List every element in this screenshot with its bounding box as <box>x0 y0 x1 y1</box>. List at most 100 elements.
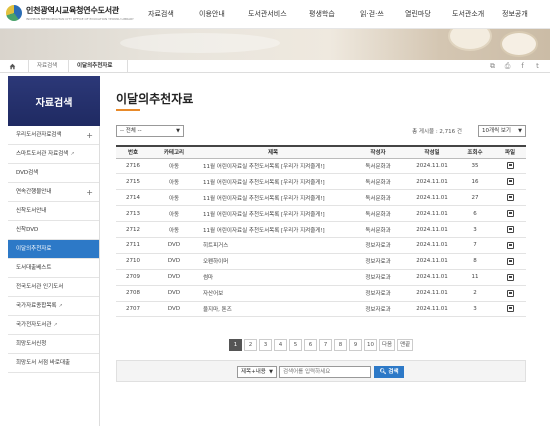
twitter-icon[interactable]: t <box>533 62 542 71</box>
search-input[interactable] <box>279 366 371 378</box>
row-author: 정보자료과 <box>348 253 408 270</box>
row-file <box>494 189 526 207</box>
row-date: 2024.11.01 <box>408 173 456 191</box>
row-title-link[interactable]: 11월 어린이자료실 추천도서목록 [우리가 지켜줄게!] <box>198 173 348 191</box>
sidebar-item-0[interactable]: 우리도서관자료검색 + <box>8 126 99 145</box>
sidebar-item-12[interactable]: 희망도서 서점 바로대출 <box>8 354 99 373</box>
row-title-link[interactable]: 썸마 <box>198 269 348 286</box>
row-title-link[interactable]: 11월 어린이자료실 추천도서목록 [우리가 지켜줄게!] <box>198 158 348 175</box>
sidebar-item-label: 도서대출베스트 <box>16 265 52 271</box>
row-file <box>494 205 526 223</box>
page-button-1[interactable]: 2 <box>244 339 257 351</box>
sidebar-item-9[interactable]: 국가자료종합목록 ↗ <box>8 297 99 316</box>
file-attachment-icon[interactable] <box>506 226 514 233</box>
sidebar-item-5[interactable]: 신착DVD <box>8 221 99 240</box>
sidebar-item-label: 연속간행물안내 <box>16 189 52 195</box>
sidebar-item-8[interactable]: 전국도서관 인기도서 <box>8 278 99 297</box>
sidebar-item-1[interactable]: 스마트도서관 자료검색 ↗ <box>8 145 99 164</box>
header-banner-image <box>0 29 550 60</box>
sidebar-item-label: 신착DVD <box>16 227 39 233</box>
table-row: 2710 DVD 오펜하이머 정보자료과 2024.11.01 8 <box>116 253 526 270</box>
search-field-select[interactable]: 제목+내용 ▼ <box>237 366 277 378</box>
recommend-table: 번호 카테고리 제목 작성자 작성일 조회수 파일 2716 아동 11월 어린이자료실 추천도… <box>116 145 526 318</box>
chevron-down-icon: ▼ <box>176 128 180 134</box>
row-category: 아동 <box>150 221 198 238</box>
breadcrumb-level2[interactable]: 이달의추천자료 <box>68 60 128 73</box>
sidebar-item-10[interactable]: 국가전자도서관 ↗ <box>8 316 99 335</box>
file-attachment-icon[interactable] <box>506 305 514 313</box>
nav-item-2[interactable]: 도서관서비스 <box>248 9 287 19</box>
sidebar-item-4[interactable]: 신착도서안내 <box>8 202 99 221</box>
page-button-6[interactable]: 7 <box>319 339 332 351</box>
sidebar-item-2[interactable]: DVD검색 <box>8 164 99 183</box>
file-attachment-icon[interactable] <box>506 210 514 218</box>
nav-item-3[interactable]: 평생학습 <box>309 9 335 19</box>
file-attachment-icon[interactable] <box>506 257 514 265</box>
table-row: 2716 아동 11월 어린이자료실 추천도서목록 [우리가 지켜줄게!] 독서문화과… <box>116 158 526 175</box>
row-author: 독서문화과 <box>348 158 408 175</box>
sidebar-item-label: 희망도서신청 <box>16 341 47 347</box>
page-button-7[interactable]: 8 <box>334 339 347 351</box>
row-file <box>494 237 526 254</box>
row-title-link[interactable]: 11월 어린이자료실 추천도서목록 [우리가 지켜줄게!] <box>198 189 348 207</box>
page-button-4[interactable]: 5 <box>289 339 302 351</box>
row-author: 정보자료과 <box>348 285 408 302</box>
column-header: 조회수 <box>456 145 494 159</box>
page-button-10[interactable]: 다음 <box>379 339 396 351</box>
home-icon[interactable] <box>9 63 16 70</box>
category-select[interactable]: -- 전체 -- ▼ <box>116 125 184 137</box>
page-title: 이달의추천자료 <box>116 92 194 106</box>
nav-item-1[interactable]: 이용안내 <box>199 9 225 19</box>
plus-icon[interactable]: + <box>86 183 93 202</box>
page-button-2[interactable]: 3 <box>259 339 272 351</box>
plus-icon[interactable]: + <box>86 126 93 145</box>
copy-link-icon[interactable]: ⧉ <box>488 62 497 71</box>
row-category: 아동 <box>150 158 198 175</box>
nav-item-7[interactable]: 정보공개 <box>502 9 528 19</box>
row-views: 16 <box>456 173 494 191</box>
file-attachment-icon[interactable] <box>506 162 514 170</box>
breadcrumb-level1[interactable]: 자료검색 <box>28 60 68 73</box>
file-attachment-icon[interactable] <box>506 289 514 297</box>
row-title-link[interactable]: 히트피거스 <box>198 237 348 254</box>
page-button-8[interactable]: 9 <box>349 339 362 351</box>
site-logo[interactable]: 인천광역시교육청연수도서관 INCHEON METROPOLITAN CITY … <box>6 5 134 21</box>
nav-item-4[interactable]: 읽·걷·쓰 <box>360 9 384 19</box>
page-button-3[interactable]: 4 <box>274 339 287 351</box>
site-header: 인천광역시교육청연수도서관 INCHEON METROPOLITAN CITY … <box>0 0 550 29</box>
row-title-link[interactable]: 11월 어린이자료실 추천도서목록 [우리가 지켜줄게!] <box>198 221 348 238</box>
sidebar-item-7[interactable]: 도서대출베스트 <box>8 259 99 278</box>
row-category: 아동 <box>150 189 198 207</box>
print-icon[interactable]: ⎙ <box>503 62 512 71</box>
file-attachment-icon[interactable] <box>506 241 514 249</box>
nav-item-6[interactable]: 도서관소개 <box>452 9 484 19</box>
file-attachment-icon[interactable] <box>506 273 514 281</box>
row-title-link[interactable]: 오펜하이머 <box>198 253 348 270</box>
row-date: 2024.11.01 <box>408 158 456 175</box>
sidebar-item-3[interactable]: 연속간행물안내 + <box>8 183 99 202</box>
search-button[interactable]: 🔍︎ 검색 <box>374 366 404 378</box>
row-category: DVD <box>150 253 198 270</box>
page-button-9[interactable]: 10 <box>364 339 377 351</box>
sidebar-item-11[interactable]: 희망도서신청 <box>8 335 99 354</box>
row-title-link[interactable]: 울지마, 톤즈 <box>198 301 348 318</box>
page-button-11[interactable]: 맨끝 <box>397 339 414 351</box>
sidebar-item-6[interactable]: 이달의추천자료 <box>8 240 99 259</box>
row-views: 3 <box>456 301 494 318</box>
file-attachment-icon[interactable] <box>506 194 514 202</box>
nav-item-5[interactable]: 열린마당 <box>405 9 431 19</box>
table-row: 2715 아동 11월 어린이자료실 추천도서목록 [우리가 지켜줄게!] 독서문화과… <box>116 173 526 191</box>
page-button-5[interactable]: 6 <box>304 339 317 351</box>
row-title-link[interactable]: 자산어보 <box>198 285 348 302</box>
column-header: 작성자 <box>348 145 408 159</box>
row-title-link[interactable]: 11월 어린이자료실 추천도서목록 [우리가 지켜줄게!] <box>198 205 348 223</box>
total-count: 총 게시물 : 2,716 건 <box>412 129 462 135</box>
per-page-select[interactable]: 10개씩 보기 ▼ <box>478 125 526 137</box>
logo-subtitle: INCHEON METROPOLITAN CITY OFFICE OF EDUC… <box>26 17 134 21</box>
column-header: 카테고리 <box>150 145 198 159</box>
facebook-icon[interactable]: f <box>518 62 527 71</box>
page-button-0[interactable]: 1 <box>229 339 242 351</box>
file-attachment-icon[interactable] <box>506 178 514 186</box>
row-author: 정보자료과 <box>348 301 408 318</box>
nav-item-0[interactable]: 자료검색 <box>148 9 174 19</box>
